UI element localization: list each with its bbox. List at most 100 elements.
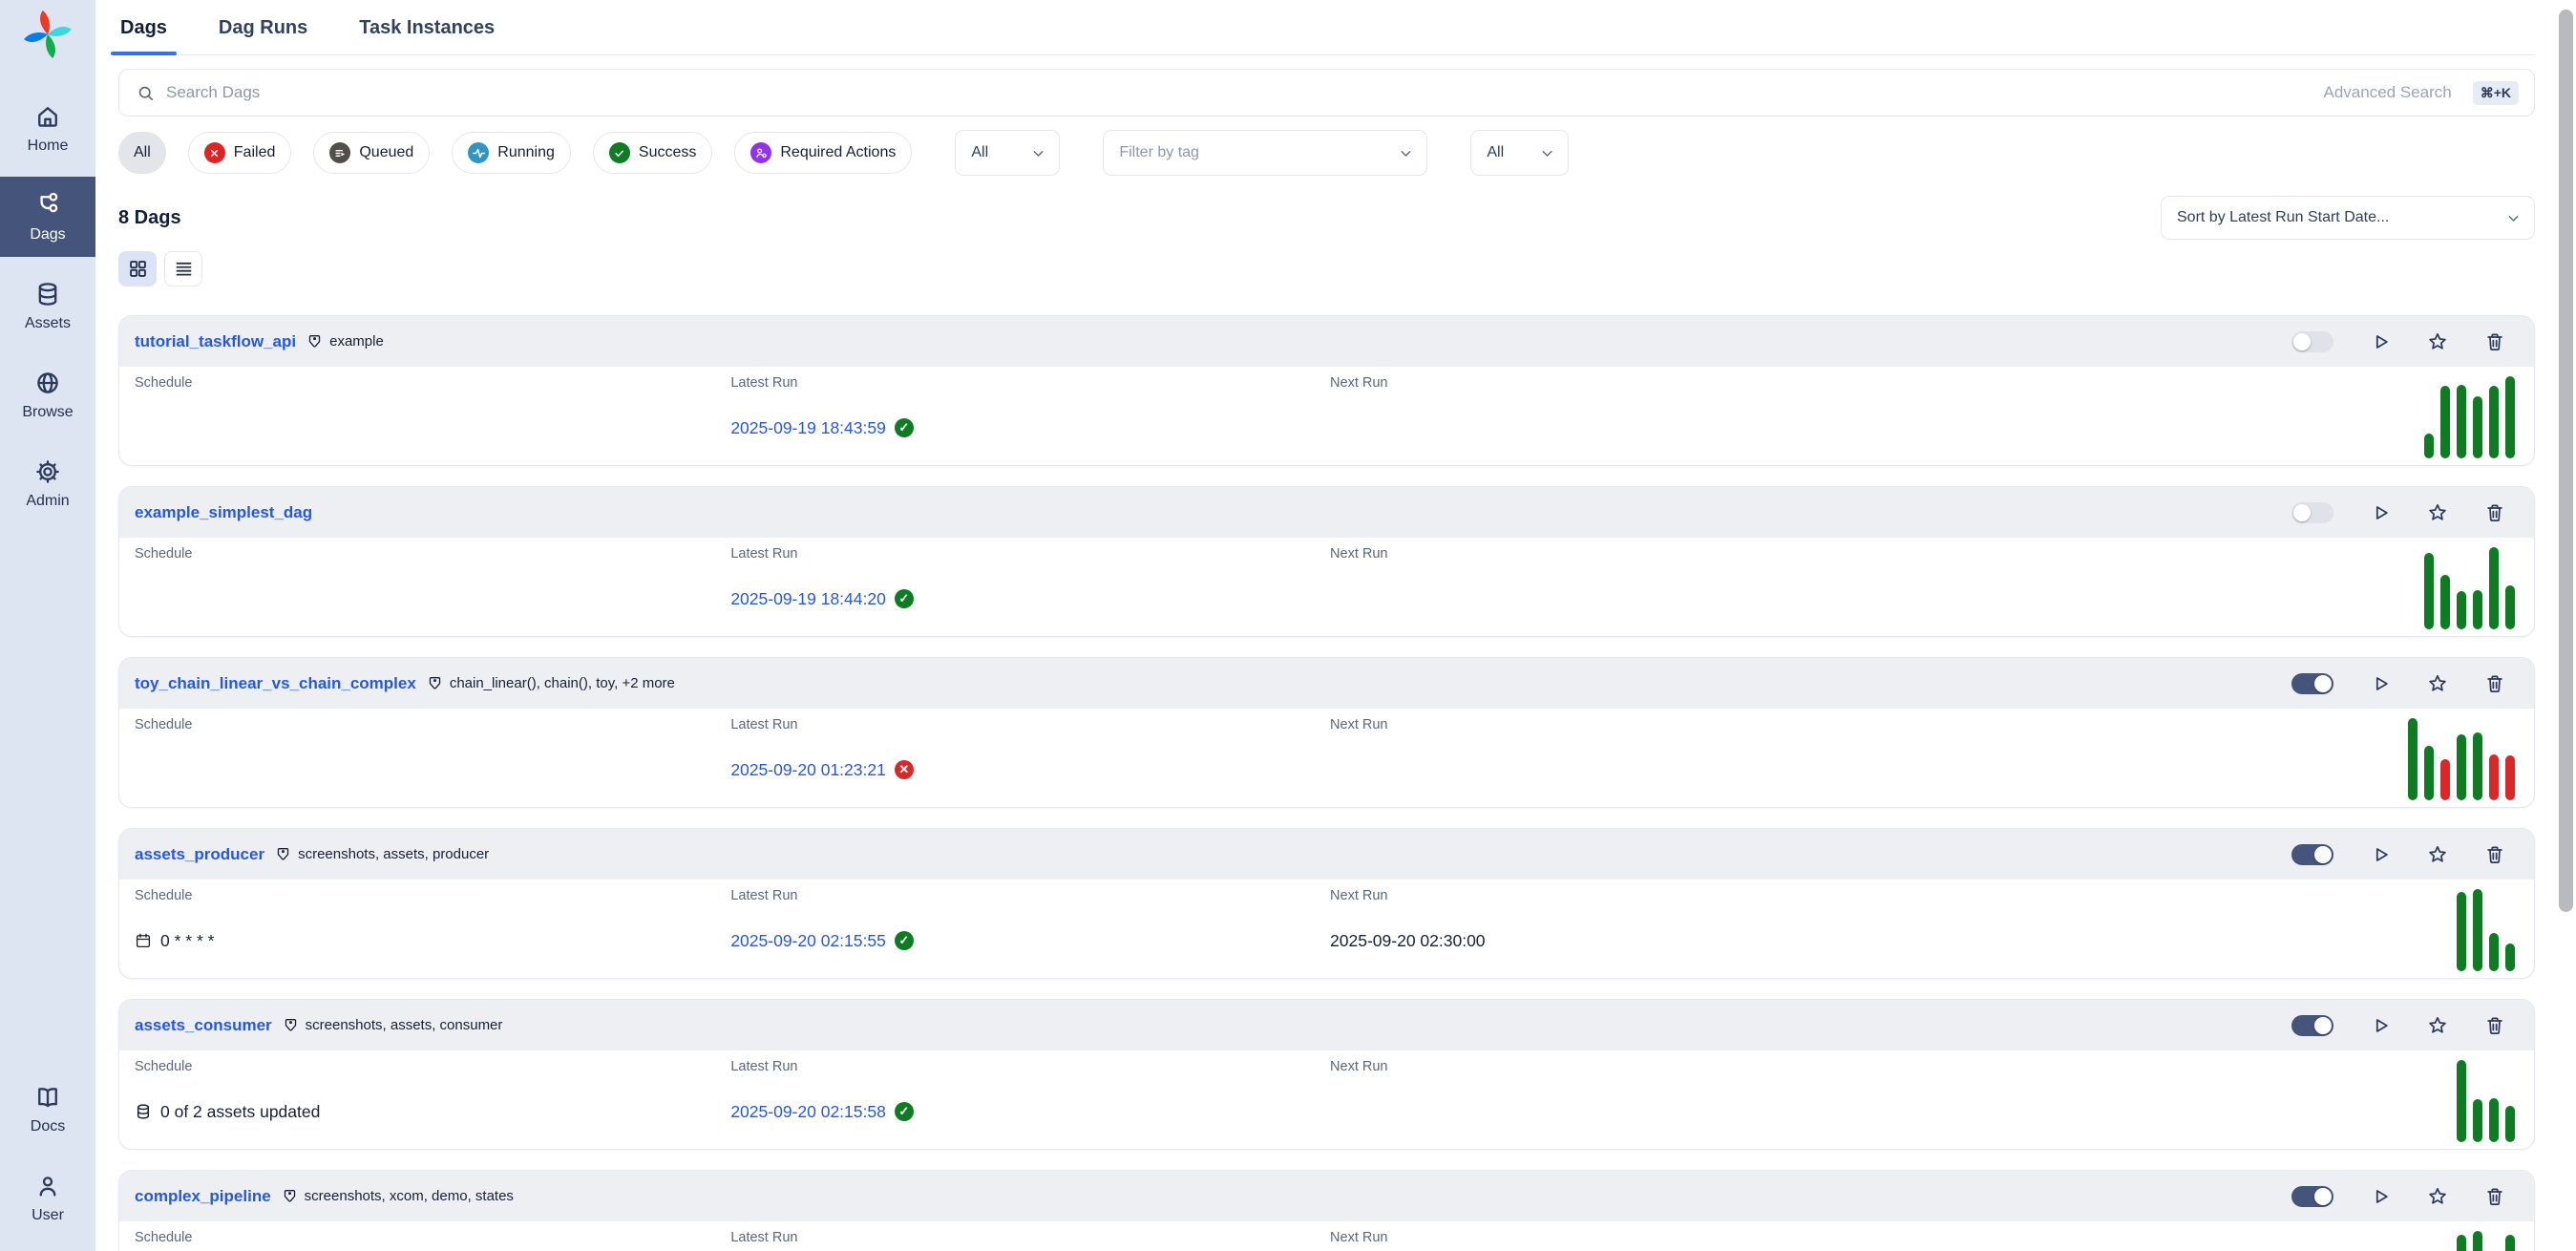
favorite-dag-button[interactable] — [2427, 1015, 2448, 1036]
latest-run-link[interactable]: 2025-09-20 02:15:55 — [730, 931, 886, 951]
run-bar[interactable] — [2505, 1106, 2515, 1142]
filter-pill-all[interactable]: All — [118, 132, 166, 174]
state-select[interactable]: All — [955, 130, 1060, 176]
run-bar[interactable] — [2505, 376, 2515, 458]
paused-select[interactable]: All — [1470, 130, 1569, 176]
tab-task-instances[interactable]: Task Instances — [357, 10, 496, 54]
dag-pause-toggle[interactable] — [2291, 1015, 2333, 1036]
dag-name-link[interactable]: assets_consumer — [135, 1016, 272, 1035]
run-bar[interactable] — [2473, 1231, 2482, 1251]
run-bar[interactable] — [2424, 746, 2434, 800]
running-icon — [468, 142, 489, 163]
run-bar[interactable] — [2457, 734, 2466, 800]
sidebar: Home Dags Assets — [0, 0, 95, 1251]
dag-name-link[interactable]: tutorial_taskflow_api — [135, 332, 296, 351]
delete-dag-button[interactable] — [2484, 844, 2505, 865]
favorite-dag-button[interactable] — [2427, 502, 2448, 523]
run-status-badge: ✓ — [895, 1102, 914, 1121]
dag-name-link[interactable]: assets_producer — [135, 845, 264, 864]
trigger-dag-button[interactable] — [2370, 673, 2391, 694]
delete-dag-button[interactable] — [2484, 1015, 2505, 1036]
dag-pause-toggle[interactable] — [2291, 502, 2333, 523]
run-bar[interactable] — [2440, 759, 2450, 800]
run-bar[interactable] — [2489, 754, 2499, 800]
home-icon — [34, 103, 61, 130]
run-bar[interactable] — [2440, 386, 2450, 458]
dag-name-link[interactable]: toy_chain_linear_vs_chain_complex — [135, 674, 416, 693]
table-view-button[interactable] — [164, 251, 202, 286]
favorite-dag-button[interactable] — [2427, 673, 2448, 694]
delete-dag-button[interactable] — [2484, 502, 2505, 523]
sidebar-item-docs[interactable]: Docs — [0, 1069, 95, 1149]
filter-pill-queued[interactable]: Queued — [313, 132, 430, 174]
dag-name-link[interactable]: complex_pipeline — [135, 1187, 271, 1206]
trigger-dag-button[interactable] — [2370, 844, 2391, 865]
sidebar-item-user[interactable]: User — [0, 1157, 95, 1238]
filter-pill-running[interactable]: Running — [452, 132, 571, 174]
tab-dag-runs[interactable]: Dag Runs — [217, 10, 309, 54]
run-bar[interactable] — [2473, 889, 2482, 971]
run-bar[interactable] — [2489, 933, 2499, 971]
latest-run-link[interactable]: 2025-09-20 01:23:21 — [730, 760, 886, 780]
card-view-button[interactable] — [118, 251, 157, 286]
run-bar[interactable] — [2473, 396, 2482, 458]
filter-pill-success[interactable]: Success — [593, 132, 712, 174]
advanced-search-link[interactable]: Advanced Search — [2324, 83, 2452, 102]
search-input[interactable] — [166, 83, 2312, 102]
dag-pause-toggle[interactable] — [2291, 1186, 2333, 1207]
run-bar[interactable] — [2505, 755, 2515, 800]
run-bar[interactable] — [2440, 575, 2450, 629]
run-bar[interactable] — [2424, 553, 2434, 629]
run-bar[interactable] — [2489, 547, 2499, 629]
run-bar[interactable] — [2489, 1098, 2499, 1142]
run-bar[interactable] — [2505, 585, 2515, 629]
run-bar[interactable] — [2473, 590, 2482, 629]
filter-pill-required-actions[interactable]: Required Actions — [734, 132, 912, 174]
tab-dags[interactable]: Dags — [118, 10, 169, 54]
sidebar-item-assets[interactable]: Assets — [0, 265, 95, 346]
run-bar[interactable] — [2505, 1235, 2515, 1251]
run-bar[interactable] — [2457, 591, 2466, 629]
dag-card: complex_pipeline screenshots, xcom, demo… — [118, 1170, 2535, 1251]
dag-pause-toggle[interactable] — [2291, 331, 2333, 352]
tag-filter-select[interactable]: Filter by tag — [1103, 130, 1427, 176]
trigger-dag-button[interactable] — [2370, 1015, 2391, 1036]
filter-pill-failed[interactable]: Failed — [188, 132, 292, 174]
sidebar-item-dags[interactable]: Dags — [0, 177, 95, 257]
latest-run-link[interactable]: 2025-09-19 18:44:20 — [730, 589, 886, 609]
dag-pause-toggle[interactable] — [2291, 844, 2333, 865]
play-icon — [2370, 331, 2391, 352]
delete-dag-button[interactable] — [2484, 673, 2505, 694]
latest-run-link[interactable]: 2025-09-20 02:15:58 — [730, 1102, 886, 1122]
run-bar[interactable] — [2457, 892, 2466, 971]
run-bar[interactable] — [2408, 718, 2418, 800]
run-bar[interactable] — [2505, 944, 2515, 971]
run-status-badge: ✕ — [895, 760, 914, 779]
delete-dag-button[interactable] — [2484, 1186, 2505, 1207]
run-bar[interactable] — [2424, 434, 2434, 458]
run-bar[interactable] — [2457, 1060, 2466, 1142]
trigger-dag-button[interactable] — [2370, 502, 2391, 523]
delete-dag-button[interactable] — [2484, 331, 2505, 352]
run-bar[interactable] — [2457, 385, 2466, 458]
run-bar[interactable] — [2457, 1235, 2466, 1251]
toggle-knob — [2314, 1017, 2332, 1034]
airflow-logo[interactable] — [21, 8, 74, 61]
favorite-dag-button[interactable] — [2427, 331, 2448, 352]
run-bar[interactable] — [2473, 1099, 2482, 1142]
run-bar[interactable] — [2489, 386, 2499, 458]
dag-name-link[interactable]: example_simplest_dag — [135, 503, 312, 522]
trigger-dag-button[interactable] — [2370, 331, 2391, 352]
sidebar-item-browse[interactable]: Browse — [0, 354, 95, 435]
sidebar-item-home[interactable]: Home — [0, 88, 95, 168]
latest-run-link[interactable]: 2025-09-19 18:43:59 — [730, 418, 886, 438]
dag-pause-toggle[interactable] — [2291, 673, 2333, 694]
run-bar[interactable] — [2473, 732, 2482, 800]
trigger-dag-button[interactable] — [2370, 1186, 2391, 1207]
chevron-down-icon — [1539, 145, 1555, 161]
favorite-dag-button[interactable] — [2427, 844, 2448, 865]
sidebar-item-admin[interactable]: Admin — [0, 443, 95, 523]
scrollbar[interactable] — [2559, 10, 2573, 912]
sort-select[interactable]: Sort by Latest Run Start Date... — [2161, 196, 2535, 240]
favorite-dag-button[interactable] — [2427, 1186, 2448, 1207]
